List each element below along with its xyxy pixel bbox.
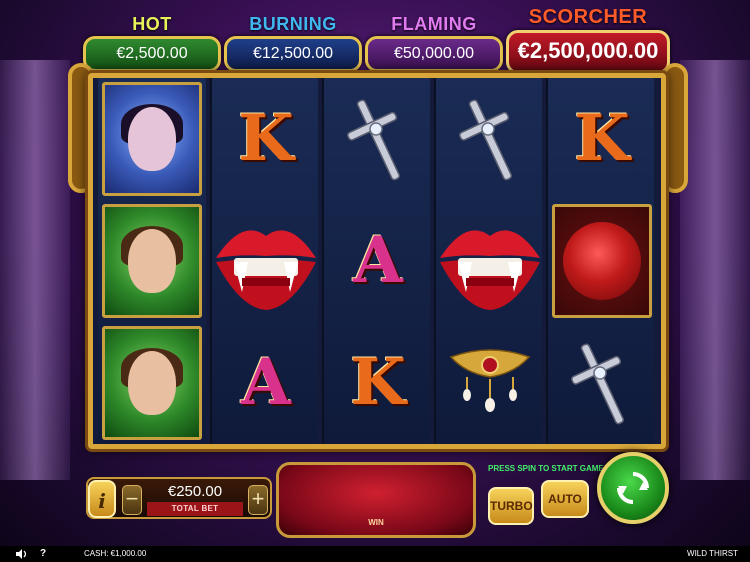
total-bet-label: TOTAL BET — [147, 502, 243, 516]
jackpot-hot-title: HOT — [132, 14, 172, 34]
cash-balance: CASH: €1,000.00 — [84, 549, 147, 558]
face — [128, 229, 176, 293]
win-display: WIN — [276, 462, 476, 538]
jackpot-burning: BURNING €12,500.00 — [224, 14, 362, 72]
symbol-cross — [324, 78, 432, 200]
vampire-lips-icon — [216, 230, 316, 310]
symbol-lips — [436, 200, 544, 322]
man-portrait — [102, 326, 202, 440]
jackpot-burning-value: €12,500.00 — [224, 36, 362, 72]
cross-icon — [571, 343, 624, 425]
reel-2: K A — [210, 78, 318, 444]
vampire-woman-portrait — [102, 82, 202, 196]
increase-bet-button[interactable]: + — [248, 485, 268, 515]
reel-5: K — [546, 78, 654, 444]
rose-icon — [563, 222, 641, 300]
info-button[interactable]: i — [88, 480, 116, 518]
total-bet-value: €250.00 — [167, 483, 223, 500]
spin-prompt: PRESS SPIN TO START GAME — [488, 464, 604, 473]
symbol-lips — [212, 200, 320, 322]
jackpot-scorcher: SCORCHER €2,500,000.00 — [506, 6, 670, 74]
total-bet-display: €250.00 TOTAL BET — [146, 483, 244, 517]
decrease-bet-button[interactable]: − — [122, 485, 142, 515]
symbol-k: K — [548, 78, 656, 200]
jackpot-burning-title: BURNING — [249, 14, 337, 34]
spin-arrows-icon — [617, 472, 649, 504]
jackpot-flaming-title: FLAMING — [391, 14, 477, 34]
status-bar: ? CASH: €1,000.00 WILD THIRST — [0, 546, 750, 562]
right-pillar — [680, 60, 750, 480]
cross-icon — [459, 99, 512, 181]
autoplay-button[interactable]: AUTO — [541, 480, 589, 518]
reel-4 — [434, 78, 542, 444]
symbol-rose — [548, 200, 656, 322]
jackpot-scorcher-value: €2,500,000.00 — [506, 30, 670, 74]
vampire-lips-icon — [440, 230, 540, 310]
jackpot-hot-value: €2,500.00 — [83, 36, 221, 72]
help-icon[interactable]: ? — [40, 546, 46, 562]
reel-3: A K — [322, 78, 430, 444]
turbo-button[interactable]: TURBO — [488, 487, 534, 525]
left-pillar — [0, 60, 70, 480]
symbol-vampire-woman — [98, 78, 206, 200]
symbol-man-portrait — [98, 322, 206, 444]
letter-a: A — [241, 345, 291, 420]
symbol-cross — [548, 322, 656, 444]
pendant-icon — [449, 349, 531, 412]
rose-frame — [552, 204, 652, 318]
jackpot-flaming-value: €50,000.00 — [365, 36, 503, 72]
symbol-k: K — [324, 322, 432, 444]
spin-button[interactable] — [597, 452, 669, 524]
symbol-k: K — [212, 78, 320, 200]
face — [128, 351, 176, 415]
letter-a: A — [353, 223, 403, 298]
speaker-icon[interactable] — [16, 549, 28, 559]
jackpot-scorcher-title: SCORCHER — [528, 6, 648, 28]
symbol-a: A — [324, 200, 432, 322]
symbol-a: A — [212, 322, 320, 444]
symbol-pendant — [436, 322, 544, 444]
symbol-man-portrait — [98, 200, 206, 322]
jackpot-hot: HOT €2,500.00 — [83, 14, 221, 72]
game-name: WILD THIRST — [687, 549, 738, 558]
letter-k: K — [238, 101, 294, 176]
jackpot-flaming: FLAMING €50,000.00 — [365, 14, 503, 72]
letter-k: K — [350, 345, 406, 420]
letter-k: K — [574, 101, 630, 176]
symbol-cross — [436, 78, 544, 200]
face — [128, 107, 176, 171]
win-label: WIN — [368, 518, 384, 527]
cross-icon — [347, 99, 400, 181]
man-portrait — [102, 204, 202, 318]
reel-1 — [98, 78, 206, 444]
